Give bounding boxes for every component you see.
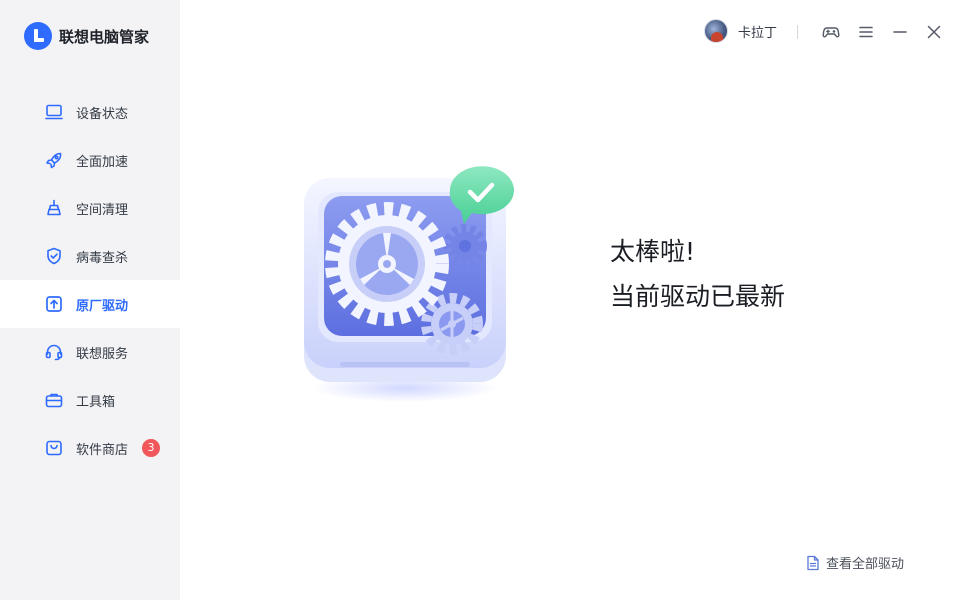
sidebar-item-cleanup[interactable]: 空间清理 xyxy=(0,184,180,232)
sidebar-item-label: 病毒查杀 xyxy=(76,250,129,266)
upload-square-icon xyxy=(44,294,64,314)
menu-icon[interactable] xyxy=(856,22,876,42)
title-bar: 卡拉丁 xyxy=(180,0,970,64)
sidebar-item-label: 全面加速 xyxy=(76,154,129,170)
gamepad-icon[interactable] xyxy=(821,22,841,42)
sidebar-item-software-store[interactable]: 软件商店 3 xyxy=(0,424,180,472)
sidebar-item-label: 软件商店 xyxy=(76,442,129,458)
headset-icon xyxy=(44,342,64,362)
close-icon[interactable] xyxy=(924,22,944,42)
rocket-icon xyxy=(44,150,64,170)
sidebar-item-lenovo-service[interactable]: 联想服务 xyxy=(0,328,180,376)
sidebar-item-drivers[interactable]: 原厂驱动 xyxy=(0,280,180,328)
store-bag-icon xyxy=(44,438,64,458)
header-divider xyxy=(797,25,798,39)
minimize-icon[interactable] xyxy=(890,22,910,42)
sidebar-item-toolbox[interactable]: 工具箱 xyxy=(0,376,180,424)
sidebar-nav: 设备状态 全面加速 空间清理 病毒查杀 原厂驱动 联想服务 工具箱 软件商店 3 xyxy=(0,88,180,472)
brand: 联想电脑管家 xyxy=(24,22,149,50)
lenovo-logo-icon xyxy=(24,22,52,50)
sidebar-item-label: 空间清理 xyxy=(76,202,129,218)
view-all-drivers-label: 查看全部驱动 xyxy=(826,557,905,572)
app-title: 联想电脑管家 xyxy=(59,27,150,46)
document-icon xyxy=(807,555,819,570)
toolbox-icon xyxy=(44,390,64,410)
sidebar-item-antivirus[interactable]: 病毒查杀 xyxy=(0,232,180,280)
driver-status-text: 当前驱动已最新 xyxy=(610,282,786,311)
sidebar: 联想电脑管家 设备状态 全面加速 空间清理 病毒查杀 原厂驱动 联想服务 工具箱… xyxy=(0,0,180,600)
sidebar-item-label: 原厂驱动 xyxy=(76,298,129,314)
notification-badge: 3 xyxy=(142,439,160,457)
view-all-drivers-link[interactable]: 查看全部驱动 xyxy=(806,553,904,572)
sidebar-item-speedup[interactable]: 全面加速 xyxy=(0,136,180,184)
sidebar-item-label: 设备状态 xyxy=(76,106,129,122)
sidebar-item-label: 联想服务 xyxy=(76,346,129,362)
driver-updated-illustration xyxy=(300,166,520,406)
avatar xyxy=(704,19,728,43)
sidebar-item-device-status[interactable]: 设备状态 xyxy=(0,88,180,136)
laptop-icon xyxy=(44,102,64,122)
shield-check-icon xyxy=(44,246,64,266)
user-account[interactable]: 卡拉丁 xyxy=(704,19,777,43)
sidebar-item-label: 工具箱 xyxy=(76,394,116,410)
broom-icon xyxy=(44,198,64,218)
success-headline: 太棒啦! xyxy=(610,237,696,266)
username: 卡拉丁 xyxy=(738,25,778,41)
